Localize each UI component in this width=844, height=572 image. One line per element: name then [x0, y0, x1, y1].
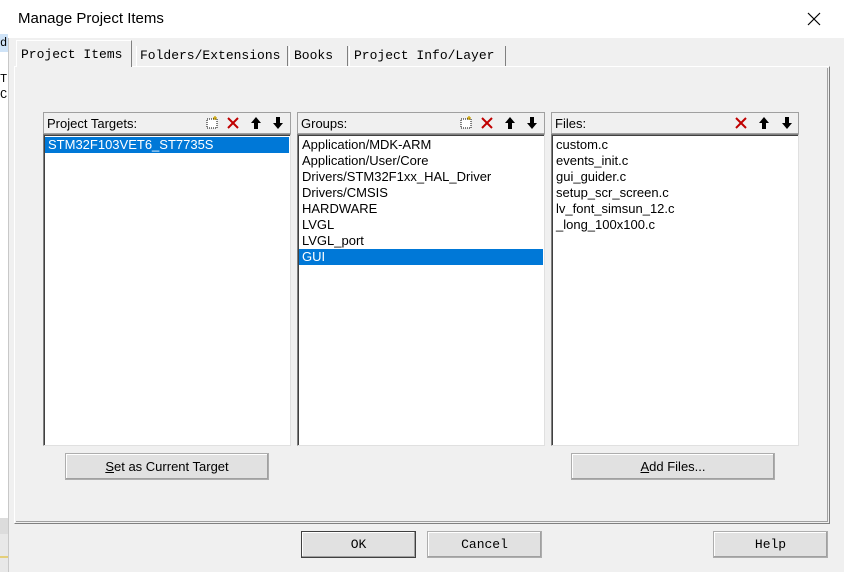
target-item-stm32f103vet6[interactable]: STM32F103VET6_ST7735S: [45, 137, 289, 153]
tab-label: Project Items: [21, 46, 123, 62]
move-file-down-button[interactable]: [778, 114, 796, 132]
cancel-button[interactable]: Cancel: [427, 531, 542, 558]
group-item[interactable]: Drivers/CMSIS: [299, 185, 543, 201]
tab-folders-extensions[interactable]: Folders/Extensions: [136, 44, 286, 66]
arrow-up-icon: [251, 117, 261, 129]
background-code-line: d: [0, 36, 8, 50]
group-item[interactable]: HARDWARE: [299, 201, 543, 217]
delete-icon: [227, 117, 239, 129]
arrow-up-icon: [759, 117, 769, 129]
tab-label: Books: [294, 47, 334, 63]
group-item[interactable]: LVGL: [299, 217, 543, 233]
close-icon: [807, 12, 821, 26]
button-label: Cancel: [461, 537, 508, 552]
new-item-icon: [460, 116, 472, 129]
background-code-line: C: [0, 88, 8, 102]
file-item[interactable]: gui_guider.c: [553, 169, 797, 185]
delete-icon: [735, 117, 747, 129]
tab-label: Project Info/Layer: [354, 47, 495, 63]
delete-icon: [481, 117, 493, 129]
tab-divider: [505, 46, 506, 66]
move-target-up-button[interactable]: [247, 114, 265, 132]
files-label: Files:: [555, 115, 587, 131]
delete-group-button[interactable]: [478, 114, 496, 132]
tab-project-info-layer[interactable]: Project Info/Layer: [350, 44, 504, 66]
help-button[interactable]: Help: [713, 531, 828, 558]
ok-button[interactable]: OK: [301, 531, 416, 558]
accelerator-key: A: [640, 459, 650, 474]
files-list[interactable]: custom.c events_init.c gui_guider.c setu…: [551, 134, 799, 446]
close-button[interactable]: [798, 4, 830, 34]
arrow-down-icon: [527, 117, 537, 129]
add-files-button[interactable]: Add Files...: [571, 453, 775, 480]
group-item[interactable]: Application/MDK-ARM: [299, 137, 543, 153]
move-group-down-button[interactable]: [523, 114, 541, 132]
arrow-down-icon: [273, 117, 283, 129]
button-label: et as Current Target: [114, 459, 229, 474]
file-item[interactable]: custom.c: [553, 137, 797, 153]
file-item[interactable]: lv_font_simsun_12.c: [553, 201, 797, 217]
new-group-button[interactable]: [457, 114, 475, 132]
move-target-down-button[interactable]: [269, 114, 287, 132]
groups-list[interactable]: Application/MDK-ARM Application/User/Cor…: [297, 134, 545, 446]
tab-project-items[interactable]: Project Items: [16, 40, 132, 67]
file-item[interactable]: setup_scr_screen.c: [553, 185, 797, 201]
move-file-up-button[interactable]: [755, 114, 773, 132]
dialog-title: Manage Project Items: [18, 10, 164, 27]
button-label: dd Files...: [649, 459, 706, 474]
groups-label: Groups:: [301, 115, 348, 131]
file-item[interactable]: events_init.c: [553, 153, 797, 169]
project-targets-list[interactable]: STM32F103VET6_ST7735S: [43, 134, 291, 446]
tab-books[interactable]: Books: [290, 44, 346, 66]
delete-file-button[interactable]: [732, 114, 750, 132]
delete-target-button[interactable]: [224, 114, 242, 132]
file-item[interactable]: _long_100x100.c: [553, 217, 797, 233]
move-group-up-button[interactable]: [501, 114, 519, 132]
arrow-down-icon: [782, 117, 792, 129]
group-item[interactable]: Drivers/STM32F1xx_HAL_Driver: [299, 169, 543, 185]
background-code-line: T: [0, 72, 8, 86]
button-label: OK: [350, 537, 367, 552]
new-target-button[interactable]: [203, 114, 221, 132]
group-item[interactable]: LVGL_port: [299, 233, 543, 249]
new-item-icon: [206, 116, 218, 129]
accelerator-key: S: [105, 459, 114, 474]
tab-label: Folders/Extensions: [140, 47, 281, 63]
arrow-up-icon: [505, 117, 515, 129]
tab-divider: [287, 46, 288, 66]
group-item-selected[interactable]: GUI: [299, 249, 543, 265]
set-as-current-target-button[interactable]: Set as Current Target: [65, 453, 269, 480]
group-item[interactable]: Application/User/Core: [299, 153, 543, 169]
button-label: Help: [754, 537, 787, 552]
tab-divider: [347, 46, 348, 66]
project-targets-label: Project Targets:: [47, 115, 138, 131]
